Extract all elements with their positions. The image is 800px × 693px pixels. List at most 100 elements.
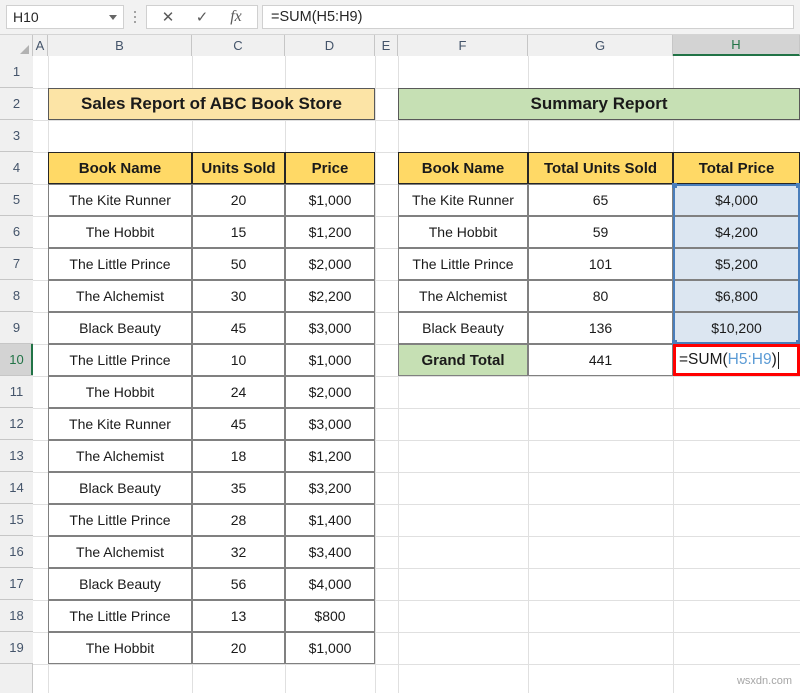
summary-cell-F9[interactable]: Black Beauty [398,312,528,344]
sales-cell-D9[interactable]: $3,000 [285,312,375,344]
row-header-9[interactable]: 9 [0,312,33,344]
spreadsheet-grid[interactable]: Sales Report of ABC Book StoreBook NameU… [33,56,800,693]
sales-cell-D15[interactable]: $1,400 [285,504,375,536]
name-box-value: H10 [13,9,109,25]
summary-cell-G9[interactable]: 136 [528,312,673,344]
summary-cell-H7[interactable]: $5,200 [673,248,800,280]
sales-cell-C7[interactable]: 50 [192,248,285,280]
chevron-down-icon[interactable] [109,15,117,20]
row-header-2[interactable]: 2 [0,88,33,120]
active-cell-h10[interactable]: =SUM(H5:H9) [673,344,800,376]
sales-cell-C15[interactable]: 28 [192,504,285,536]
sales-cell-C5[interactable]: 20 [192,184,285,216]
sales-cell-C13[interactable]: 18 [192,440,285,472]
row-header-7[interactable]: 7 [0,248,33,280]
sales-cell-C18[interactable]: 13 [192,600,285,632]
sales-cell-D18[interactable]: $800 [285,600,375,632]
row-header-3[interactable]: 3 [0,120,33,152]
sales-cell-C8[interactable]: 30 [192,280,285,312]
fx-icon[interactable]: fx [219,6,253,28]
row-header-5[interactable]: 5 [0,184,33,216]
sales-header-0: Book Name [48,152,192,184]
sales-cell-B18[interactable]: The Little Prince [48,600,192,632]
sales-cell-C9[interactable]: 45 [192,312,285,344]
row-header-6[interactable]: 6 [0,216,33,248]
row-header-8[interactable]: 8 [0,280,33,312]
sales-cell-B5[interactable]: The Kite Runner [48,184,192,216]
row-header-15[interactable]: 15 [0,504,33,536]
summary-cell-H8[interactable]: $6,800 [673,280,800,312]
sales-cell-D17[interactable]: $4,000 [285,568,375,600]
sales-cell-C16[interactable]: 32 [192,536,285,568]
summary-cell-F6[interactable]: The Hobbit [398,216,528,248]
sales-cell-B10[interactable]: The Little Prince [48,344,192,376]
sales-cell-B11[interactable]: The Hobbit [48,376,192,408]
sales-cell-B6[interactable]: The Hobbit [48,216,192,248]
sales-cell-C6[interactable]: 15 [192,216,285,248]
sales-cell-C10[interactable]: 10 [192,344,285,376]
sales-cell-D8[interactable]: $2,200 [285,280,375,312]
sales-cell-C17[interactable]: 56 [192,568,285,600]
name-box[interactable]: H10 [6,5,124,29]
sales-cell-D19[interactable]: $1,000 [285,632,375,664]
summary-cell-H6[interactable]: $4,200 [673,216,800,248]
sales-cell-C14[interactable]: 35 [192,472,285,504]
check-icon[interactable]: ✓ [185,6,219,28]
sales-cell-B14[interactable]: Black Beauty [48,472,192,504]
row-header-13[interactable]: 13 [0,440,33,472]
row-header-16[interactable]: 16 [0,536,33,568]
summary-cell-H5[interactable]: $4,000 [673,184,800,216]
row-header-14[interactable]: 14 [0,472,33,504]
summary-cell-G8[interactable]: 80 [528,280,673,312]
row-header-12[interactable]: 12 [0,408,33,440]
sales-cell-B12[interactable]: The Kite Runner [48,408,192,440]
summary-cell-F7[interactable]: The Little Prince [398,248,528,280]
sales-cell-B9[interactable]: Black Beauty [48,312,192,344]
sales-cell-D6[interactable]: $1,200 [285,216,375,248]
sales-cell-D5[interactable]: $1,000 [285,184,375,216]
row-header-11[interactable]: 11 [0,376,33,408]
row-header-1[interactable]: 1 [0,56,33,88]
sales-cell-D16[interactable]: $3,400 [285,536,375,568]
sales-cell-C11[interactable]: 24 [192,376,285,408]
sales-cell-B16[interactable]: The Alchemist [48,536,192,568]
sales-cell-D13[interactable]: $1,200 [285,440,375,472]
sales-cell-D12[interactable]: $3,000 [285,408,375,440]
summary-cell-G6[interactable]: 59 [528,216,673,248]
summary-cell-G5[interactable]: 65 [528,184,673,216]
sales-cell-D11[interactable]: $2,000 [285,376,375,408]
sales-cell-B13[interactable]: The Alchemist [48,440,192,472]
grand-total-units[interactable]: 441 [528,344,673,376]
column-header-e[interactable]: E [375,35,398,56]
summary-cell-H9[interactable]: $10,200 [673,312,800,344]
close-icon[interactable]: ✕ [151,6,185,28]
column-header-f[interactable]: F [398,35,528,56]
column-header-b[interactable]: B [48,35,192,56]
sales-cell-D7[interactable]: $2,000 [285,248,375,280]
summary-cell-F8[interactable]: The Alchemist [398,280,528,312]
sales-cell-B17[interactable]: Black Beauty [48,568,192,600]
column-header-h[interactable]: H [673,35,800,56]
formula-input[interactable]: =SUM(H5:H9) [262,5,794,29]
row-header-column: 12345678910111213141516171819 [0,56,33,693]
sales-cell-D14[interactable]: $3,200 [285,472,375,504]
row-header-18[interactable]: 18 [0,600,33,632]
row-header-17[interactable]: 17 [0,568,33,600]
sales-cell-C19[interactable]: 20 [192,632,285,664]
summary-cell-G7[interactable]: 101 [528,248,673,280]
row-header-19[interactable]: 19 [0,632,33,664]
sales-cell-C12[interactable]: 45 [192,408,285,440]
column-header-g[interactable]: G [528,35,673,56]
sales-cell-B7[interactable]: The Little Prince [48,248,192,280]
sales-cell-B19[interactable]: The Hobbit [48,632,192,664]
row-header-10[interactable]: 10 [0,344,33,376]
select-all-button[interactable] [0,35,33,56]
sales-cell-B15[interactable]: The Little Prince [48,504,192,536]
sales-cell-D10[interactable]: $1,000 [285,344,375,376]
row-header-4[interactable]: 4 [0,152,33,184]
column-header-d[interactable]: D [285,35,375,56]
column-header-c[interactable]: C [192,35,285,56]
summary-cell-F5[interactable]: The Kite Runner [398,184,528,216]
sales-cell-B8[interactable]: The Alchemist [48,280,192,312]
column-header-a[interactable]: A [33,35,48,56]
